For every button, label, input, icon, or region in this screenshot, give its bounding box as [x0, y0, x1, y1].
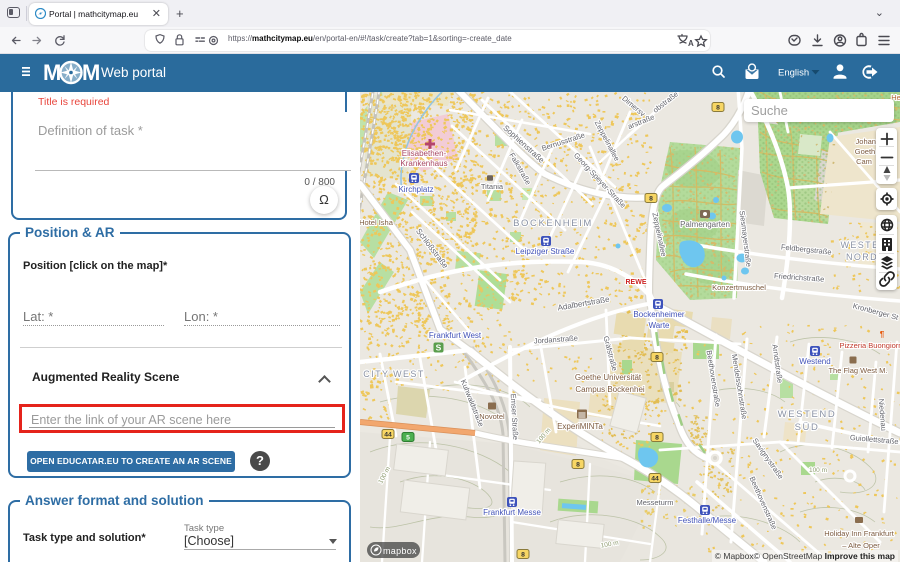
svg-text:Goeth: Goeth	[855, 147, 875, 156]
svg-text:Elisabethen-: Elisabethen-	[402, 149, 447, 158]
svg-text:ExperiMINTa: ExperiMINTa	[557, 422, 603, 431]
svg-text:¶: ¶	[880, 330, 885, 339]
svg-text:M: M	[82, 60, 100, 85]
svg-text:Novotel: Novotel	[479, 412, 505, 421]
svg-text:Cam: Cam	[856, 157, 872, 166]
svg-text:Bockenheimer: Bockenheimer	[633, 310, 684, 319]
svg-text:8: 8	[521, 552, 525, 559]
svg-text:WESTEND: WESTEND	[778, 409, 837, 420]
svg-text:S: S	[436, 343, 442, 353]
svg-text:5: 5	[406, 435, 410, 442]
svg-text:8: 8	[655, 355, 659, 362]
svg-text:SÜD: SÜD	[795, 422, 820, 433]
svg-text:Frankfurt Messe: Frankfurt Messe	[483, 508, 541, 517]
svg-text:English: English	[778, 68, 809, 79]
svg-text:Holiday Inn Frankfurt: Holiday Inn Frankfurt	[824, 529, 895, 538]
svg-text:The Flag West M.: The Flag West M.	[828, 366, 887, 375]
svg-text:8: 8	[649, 196, 653, 203]
svg-text:Kirchplatz: Kirchplatz	[398, 185, 433, 194]
svg-text:NORD: NORD	[846, 252, 878, 262]
svg-text:Palmengarten: Palmengarten	[680, 220, 730, 229]
svg-text:Warte: Warte	[648, 321, 670, 330]
svg-text:Leipziger Straße: Leipziger Straße	[516, 247, 575, 256]
svg-text:8: 8	[716, 105, 720, 112]
svg-text:Campus Bockenhei: Campus Bockenhei	[575, 385, 645, 394]
svg-text:Web portal: Web portal	[101, 65, 166, 80]
svg-text:A: A	[688, 39, 694, 48]
svg-text:8: 8	[655, 435, 659, 442]
svg-text:– Alte Oper: – Alte Oper	[842, 541, 880, 550]
svg-text:M: M	[43, 60, 61, 85]
svg-text:44: 44	[651, 476, 659, 483]
svg-text:Messeturm: Messeturm	[636, 498, 673, 507]
svg-text:Pizzeria Buongiorn: Pizzeria Buongiorn	[840, 341, 900, 350]
svg-text:Goethe Universität: Goethe Universität	[575, 373, 642, 382]
svg-text:Frankfurt West: Frankfurt West	[429, 331, 482, 340]
svg-text:44: 44	[384, 432, 392, 439]
svg-text:Krankenhaus: Krankenhaus	[400, 159, 447, 168]
svg-text:8: 8	[576, 462, 580, 469]
svg-text:100 m: 100 m	[809, 467, 827, 474]
svg-text:WESTE: WESTE	[840, 240, 879, 250]
svg-text:Konzertmuschel: Konzertmuschel	[712, 283, 766, 292]
svg-text:BOCKENHEIM: BOCKENHEIM	[513, 218, 593, 229]
svg-text:Westend: Westend	[799, 357, 830, 366]
svg-text:Festhalle/Messe: Festhalle/Messe	[678, 516, 737, 525]
svg-text:REWE: REWE	[626, 279, 647, 286]
svg-text:Titania: Titania	[481, 182, 504, 191]
svg-text:CITY WEST: CITY WEST	[363, 369, 424, 379]
svg-text:Hotel Isha: Hotel Isha	[360, 218, 394, 227]
